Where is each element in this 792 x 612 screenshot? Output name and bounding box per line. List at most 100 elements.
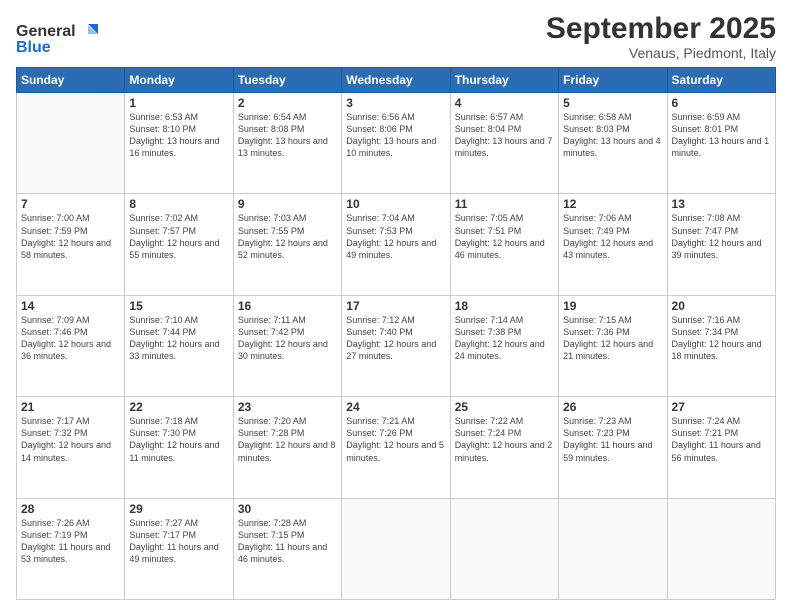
day-info: Sunrise: 7:18 AMSunset: 7:30 PMDaylight:… (129, 415, 228, 464)
day-info: Sunrise: 6:53 AMSunset: 8:10 PMDaylight:… (129, 111, 228, 160)
cell-w4-d1: 29Sunrise: 7:27 AMSunset: 7:17 PMDayligh… (125, 498, 233, 599)
day-number: 13 (672, 197, 771, 211)
header-sunday: Sunday (17, 68, 125, 93)
day-number: 23 (238, 400, 337, 414)
day-info: Sunrise: 7:20 AMSunset: 7:28 PMDaylight:… (238, 415, 337, 464)
day-number: 6 (672, 96, 771, 110)
day-info: Sunrise: 7:28 AMSunset: 7:15 PMDaylight:… (238, 517, 337, 566)
day-number: 12 (563, 197, 662, 211)
svg-text:Blue: Blue (16, 39, 51, 56)
day-number: 4 (455, 96, 554, 110)
cell-w1-d0: 7Sunrise: 7:00 AMSunset: 7:59 PMDaylight… (17, 194, 125, 295)
subtitle: Venaus, Piedmont, Italy (546, 45, 776, 61)
cell-w4-d0: 28Sunrise: 7:26 AMSunset: 7:19 PMDayligh… (17, 498, 125, 599)
day-info: Sunrise: 6:58 AMSunset: 8:03 PMDaylight:… (563, 111, 662, 160)
day-info: Sunrise: 6:56 AMSunset: 8:06 PMDaylight:… (346, 111, 445, 160)
cell-w0-d0 (17, 93, 125, 194)
cell-w4-d4 (450, 498, 558, 599)
day-number: 1 (129, 96, 228, 110)
cell-w2-d3: 17Sunrise: 7:12 AMSunset: 7:40 PMDayligh… (342, 295, 450, 396)
day-info: Sunrise: 7:09 AMSunset: 7:46 PMDaylight:… (21, 314, 120, 363)
day-number: 3 (346, 96, 445, 110)
day-info: Sunrise: 7:11 AMSunset: 7:42 PMDaylight:… (238, 314, 337, 363)
cell-w2-d5: 19Sunrise: 7:15 AMSunset: 7:36 PMDayligh… (559, 295, 667, 396)
day-number: 8 (129, 197, 228, 211)
main-title: September 2025 (546, 12, 776, 45)
title-block: September 2025 Venaus, Piedmont, Italy (546, 12, 776, 61)
day-info: Sunrise: 7:04 AMSunset: 7:53 PMDaylight:… (346, 212, 445, 261)
day-info: Sunrise: 7:08 AMSunset: 7:47 PMDaylight:… (672, 212, 771, 261)
cell-w2-d1: 15Sunrise: 7:10 AMSunset: 7:44 PMDayligh… (125, 295, 233, 396)
week-row-1: 7Sunrise: 7:00 AMSunset: 7:59 PMDaylight… (17, 194, 776, 295)
day-info: Sunrise: 7:00 AMSunset: 7:59 PMDaylight:… (21, 212, 120, 261)
week-row-2: 14Sunrise: 7:09 AMSunset: 7:46 PMDayligh… (17, 295, 776, 396)
day-number: 17 (346, 299, 445, 313)
day-info: Sunrise: 6:59 AMSunset: 8:01 PMDaylight:… (672, 111, 771, 160)
day-number: 16 (238, 299, 337, 313)
day-number: 27 (672, 400, 771, 414)
cell-w3-d2: 23Sunrise: 7:20 AMSunset: 7:28 PMDayligh… (233, 397, 341, 498)
day-number: 15 (129, 299, 228, 313)
header-monday: Monday (125, 68, 233, 93)
day-info: Sunrise: 7:14 AMSunset: 7:38 PMDaylight:… (455, 314, 554, 363)
cell-w0-d6: 6Sunrise: 6:59 AMSunset: 8:01 PMDaylight… (667, 93, 775, 194)
cell-w1-d6: 13Sunrise: 7:08 AMSunset: 7:47 PMDayligh… (667, 194, 775, 295)
day-info: Sunrise: 7:16 AMSunset: 7:34 PMDaylight:… (672, 314, 771, 363)
cell-w4-d2: 30Sunrise: 7:28 AMSunset: 7:15 PMDayligh… (233, 498, 341, 599)
logo: General Blue (16, 16, 106, 61)
day-number: 25 (455, 400, 554, 414)
cell-w3-d1: 22Sunrise: 7:18 AMSunset: 7:30 PMDayligh… (125, 397, 233, 498)
cell-w0-d1: 1Sunrise: 6:53 AMSunset: 8:10 PMDaylight… (125, 93, 233, 194)
day-info: Sunrise: 7:12 AMSunset: 7:40 PMDaylight:… (346, 314, 445, 363)
page: General Blue September 2025 Venaus, Pied… (0, 0, 792, 612)
day-number: 30 (238, 502, 337, 516)
cell-w1-d2: 9Sunrise: 7:03 AMSunset: 7:55 PMDaylight… (233, 194, 341, 295)
day-number: 26 (563, 400, 662, 414)
day-info: Sunrise: 7:26 AMSunset: 7:19 PMDaylight:… (21, 517, 120, 566)
header-friday: Friday (559, 68, 667, 93)
cell-w1-d1: 8Sunrise: 7:02 AMSunset: 7:57 PMDaylight… (125, 194, 233, 295)
header-tuesday: Tuesday (233, 68, 341, 93)
day-info: Sunrise: 7:15 AMSunset: 7:36 PMDaylight:… (563, 314, 662, 363)
day-info: Sunrise: 7:21 AMSunset: 7:26 PMDaylight:… (346, 415, 445, 464)
week-row-0: 1Sunrise: 6:53 AMSunset: 8:10 PMDaylight… (17, 93, 776, 194)
day-info: Sunrise: 7:06 AMSunset: 7:49 PMDaylight:… (563, 212, 662, 261)
cell-w4-d3 (342, 498, 450, 599)
calendar-header-row: Sunday Monday Tuesday Wednesday Thursday… (17, 68, 776, 93)
cell-w3-d0: 21Sunrise: 7:17 AMSunset: 7:32 PMDayligh… (17, 397, 125, 498)
day-number: 29 (129, 502, 228, 516)
cell-w2-d2: 16Sunrise: 7:11 AMSunset: 7:42 PMDayligh… (233, 295, 341, 396)
calendar-table: Sunday Monday Tuesday Wednesday Thursday… (16, 67, 776, 600)
cell-w1-d3: 10Sunrise: 7:04 AMSunset: 7:53 PMDayligh… (342, 194, 450, 295)
day-info: Sunrise: 6:57 AMSunset: 8:04 PMDaylight:… (455, 111, 554, 160)
header-thursday: Thursday (450, 68, 558, 93)
logo-text: General Blue (16, 16, 106, 61)
day-info: Sunrise: 7:23 AMSunset: 7:23 PMDaylight:… (563, 415, 662, 464)
cell-w0-d3: 3Sunrise: 6:56 AMSunset: 8:06 PMDaylight… (342, 93, 450, 194)
day-number: 2 (238, 96, 337, 110)
day-number: 14 (21, 299, 120, 313)
day-info: Sunrise: 7:05 AMSunset: 7:51 PMDaylight:… (455, 212, 554, 261)
cell-w1-d4: 11Sunrise: 7:05 AMSunset: 7:51 PMDayligh… (450, 194, 558, 295)
header-wednesday: Wednesday (342, 68, 450, 93)
cell-w2-d6: 20Sunrise: 7:16 AMSunset: 7:34 PMDayligh… (667, 295, 775, 396)
cell-w2-d4: 18Sunrise: 7:14 AMSunset: 7:38 PMDayligh… (450, 295, 558, 396)
day-number: 18 (455, 299, 554, 313)
cell-w4-d6 (667, 498, 775, 599)
day-info: Sunrise: 6:54 AMSunset: 8:08 PMDaylight:… (238, 111, 337, 160)
day-number: 10 (346, 197, 445, 211)
cell-w3-d3: 24Sunrise: 7:21 AMSunset: 7:26 PMDayligh… (342, 397, 450, 498)
day-number: 11 (455, 197, 554, 211)
day-number: 20 (672, 299, 771, 313)
header: General Blue September 2025 Venaus, Pied… (16, 12, 776, 61)
day-number: 21 (21, 400, 120, 414)
day-number: 19 (563, 299, 662, 313)
cell-w4-d5 (559, 498, 667, 599)
header-saturday: Saturday (667, 68, 775, 93)
day-number: 24 (346, 400, 445, 414)
week-row-4: 28Sunrise: 7:26 AMSunset: 7:19 PMDayligh… (17, 498, 776, 599)
cell-w2-d0: 14Sunrise: 7:09 AMSunset: 7:46 PMDayligh… (17, 295, 125, 396)
cell-w3-d5: 26Sunrise: 7:23 AMSunset: 7:23 PMDayligh… (559, 397, 667, 498)
week-row-3: 21Sunrise: 7:17 AMSunset: 7:32 PMDayligh… (17, 397, 776, 498)
day-info: Sunrise: 7:03 AMSunset: 7:55 PMDaylight:… (238, 212, 337, 261)
